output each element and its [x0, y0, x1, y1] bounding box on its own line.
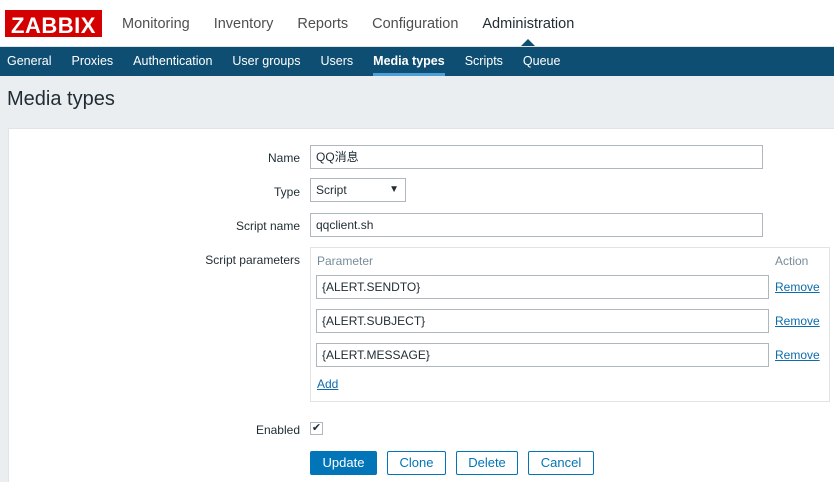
remove-parameter-link[interactable]: Remove — [775, 280, 820, 294]
main-menu-monitoring[interactable]: Monitoring — [110, 0, 202, 46]
zabbix-logo[interactable]: ZABBIX — [5, 10, 102, 38]
main-menu-configuration[interactable]: Configuration — [360, 0, 470, 46]
script-name-input[interactable]: qqclient.sh — [310, 213, 763, 237]
main-menu-reports[interactable]: Reports — [285, 0, 360, 46]
remove-parameter-link[interactable]: Remove — [775, 348, 820, 362]
add-parameter-link[interactable]: Add — [317, 377, 338, 391]
name-input[interactable]: QQ消息 — [310, 145, 763, 169]
type-select-value: Script — [316, 183, 347, 197]
dropdown-arrow-icon: ▼ — [389, 184, 399, 195]
page-title: Media types — [7, 88, 115, 110]
sub-menu: General Proxies Authentication User grou… — [0, 47, 834, 76]
script-name-label: Script name — [235, 219, 300, 233]
parameter-input[interactable]: {ALERT.SUBJECT} — [316, 309, 769, 333]
sub-menu-authentication[interactable]: Authentication — [123, 47, 222, 76]
update-button[interactable]: Update — [310, 451, 377, 475]
cancel-button[interactable]: Cancel — [528, 451, 594, 475]
delete-button[interactable]: Delete — [456, 451, 518, 475]
sub-menu-scripts[interactable]: Scripts — [455, 47, 513, 76]
sub-menu-users[interactable]: Users — [311, 47, 364, 76]
sub-menu-user-groups[interactable]: User groups — [222, 47, 310, 76]
checkmark-icon: ✔ — [311, 422, 322, 434]
remove-parameter-link[interactable]: Remove — [775, 314, 820, 328]
enabled-label: Enabled — [255, 423, 300, 437]
script-parameters-label: Script parameters — [205, 253, 300, 267]
action-column-header: Action — [775, 254, 809, 268]
main-menu-inventory[interactable]: Inventory — [202, 0, 286, 46]
parameter-column-header: Parameter — [317, 254, 374, 268]
sub-navigation-bar: General Proxies Authentication User grou… — [0, 47, 834, 76]
main-menu: Monitoring Inventory Reports Configurati… — [110, 0, 586, 46]
type-select[interactable]: Script ▼ — [310, 178, 406, 202]
parameter-input[interactable]: {ALERT.SENDTO} — [316, 275, 769, 299]
top-navigation-bar: ZABBIX Monitoring Inventory Reports Conf… — [0, 0, 834, 47]
sub-menu-media-types[interactable]: Media types — [363, 47, 455, 76]
type-label: Type — [273, 185, 300, 199]
sub-menu-general[interactable]: General — [0, 47, 61, 76]
sub-menu-proxies[interactable]: Proxies — [61, 47, 123, 76]
parameter-input[interactable]: {ALERT.MESSAGE} — [316, 343, 769, 367]
script-parameters-table: Parameter Action {ALERT.SENDTO} Remove {… — [310, 247, 830, 402]
name-label: Name — [267, 151, 300, 165]
enabled-checkbox[interactable]: ✔ — [310, 422, 323, 435]
sub-menu-queue[interactable]: Queue — [513, 47, 571, 76]
main-menu-administration[interactable]: Administration — [470, 0, 586, 46]
clone-button[interactable]: Clone — [387, 451, 446, 475]
